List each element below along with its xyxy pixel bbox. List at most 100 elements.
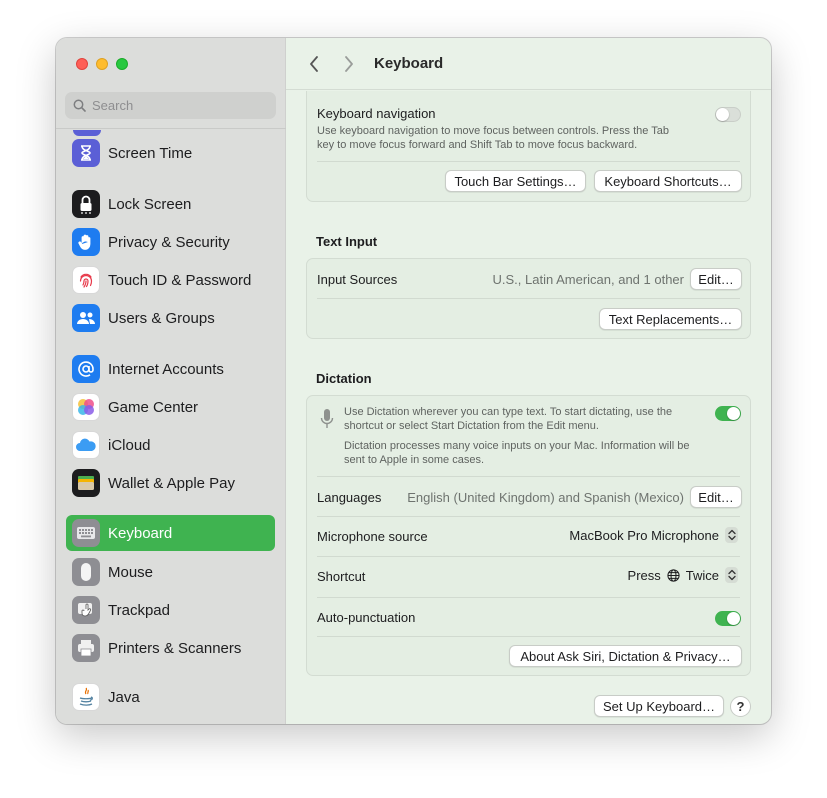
microphone-source-label: Microphone source xyxy=(317,529,428,544)
touch-bar-settings-button[interactable]: Touch Bar Settings… xyxy=(445,170,586,192)
help-button[interactable]: ? xyxy=(730,696,751,717)
sidebar-divider xyxy=(56,128,286,129)
sidebar-item-label: Users & Groups xyxy=(108,309,215,327)
forward-button[interactable] xyxy=(338,53,360,75)
languages-label: Languages xyxy=(317,490,382,505)
keyboard-navigation-label: Keyboard navigation xyxy=(317,106,436,121)
sidebar-item-internet-accounts[interactable]: Internet Accounts xyxy=(66,351,275,387)
dictation-card: Use Dictation wherever you can type text… xyxy=(306,395,751,676)
input-sources-label: Input Sources xyxy=(317,272,398,287)
description-line: Use Dictation wherever you can type text… xyxy=(344,406,673,418)
description-line: key to move focus forward and Shift Tab … xyxy=(317,139,638,151)
set-up-keyboard-button[interactable]: Set Up Keyboard… xyxy=(594,695,724,717)
dictation-heading: Dictation xyxy=(316,371,372,386)
row-divider xyxy=(317,556,740,557)
sidebar-item-label: Lock Screen xyxy=(108,195,192,213)
zoom-window-button[interactable] xyxy=(116,58,128,70)
sidebar-item-users-groups[interactable]: Users & Groups xyxy=(66,300,275,336)
shortcut-press-text: Press xyxy=(627,567,661,583)
mouse-icon xyxy=(72,558,100,586)
dictation-toggle[interactable] xyxy=(715,406,741,421)
settings-window: Screen Time Lock Screen Privacy & Securi… xyxy=(56,38,771,724)
users-icon xyxy=(72,304,100,332)
text-replacements-button[interactable]: Text Replacements… xyxy=(599,308,742,330)
keyboard-navigation-card: Keyboard navigation Use keyboard navigat… xyxy=(306,91,751,202)
keyboard-shortcuts-button[interactable]: Keyboard Shortcuts… xyxy=(594,170,742,192)
sidebar-item-label: Keyboard xyxy=(108,524,173,542)
globe-icon xyxy=(667,568,680,582)
row-divider xyxy=(317,636,740,637)
sidebar-item-label: Internet Accounts xyxy=(108,360,224,378)
sidebar-item-label: Printers & Scanners xyxy=(108,639,242,657)
minimize-window-button[interactable] xyxy=(96,58,108,70)
toggle-knob xyxy=(727,407,740,420)
toggle-knob xyxy=(727,612,740,625)
sidebar-item-touch-id[interactable]: Touch ID & Password xyxy=(66,262,275,298)
hourglass-icon xyxy=(72,139,100,167)
sidebar-item-privacy-security[interactable]: Privacy & Security xyxy=(66,224,275,260)
microphone-source-popup[interactable]: MacBook Pro Microphone xyxy=(569,527,738,543)
lock-icon xyxy=(72,190,100,218)
chevron-updown-icon xyxy=(725,567,738,583)
search-icon xyxy=(73,99,86,112)
input-sources-edit-button[interactable]: Edit… xyxy=(690,268,742,290)
chevron-right-icon xyxy=(345,56,353,72)
close-window-button[interactable] xyxy=(76,58,88,70)
row-divider xyxy=(317,516,740,517)
sidebar-item-label: Game Center xyxy=(108,398,199,416)
shortcut-popup[interactable]: Press Twice xyxy=(628,567,738,583)
printer-icon xyxy=(72,634,100,662)
cloud-icon xyxy=(72,431,100,459)
sidebar-item-label: Wallet & Apple Pay xyxy=(108,474,236,492)
languages-edit-button[interactable]: Edit… xyxy=(690,486,742,508)
sidebar-item-keyboard[interactable]: Keyboard xyxy=(66,515,275,551)
sidebar-item-label: iCloud xyxy=(108,436,151,454)
sidebar-item-trackpad[interactable]: Trackpad xyxy=(66,592,275,628)
sidebar-item-label: Touch ID & Password xyxy=(108,271,252,289)
hand-icon xyxy=(72,228,100,256)
text-input-card: Input Sources U.S., Latin American, and … xyxy=(306,258,751,339)
text-input-heading: Text Input xyxy=(316,234,378,249)
keyboard-icon xyxy=(72,519,100,547)
sidebar-item-label: Screen Time xyxy=(108,144,193,162)
search-input[interactable] xyxy=(92,98,262,113)
sidebar-item-wallet[interactable]: Wallet & Apple Pay xyxy=(66,465,275,501)
wallet-icon xyxy=(72,469,100,497)
sidebar-item-java[interactable]: Java xyxy=(66,679,275,715)
input-sources-value: U.S., Latin American, and 1 other xyxy=(492,272,685,287)
row-divider xyxy=(317,597,740,598)
row-divider xyxy=(317,161,740,162)
description-line: Dictation processes many voice inputs on… xyxy=(344,440,690,452)
sidebar-item-printers[interactable]: Printers & Scanners xyxy=(66,630,275,666)
sidebar-item-label: Java xyxy=(108,688,140,706)
microphone-source-value: MacBook Pro Microphone xyxy=(569,527,719,543)
main-pane: Keyboard Keyboard navigation Use keyboar… xyxy=(286,38,771,724)
sidebar-item-game-center[interactable]: Game Center xyxy=(66,389,275,425)
toggle-knob xyxy=(716,108,729,121)
sidebar-item-screen-time[interactable]: Screen Time xyxy=(66,135,275,171)
chevron-left-icon xyxy=(310,56,318,72)
description-line: sent to Apple in some cases. xyxy=(344,454,485,466)
sidebar: Screen Time Lock Screen Privacy & Securi… xyxy=(56,38,286,724)
sidebar-item-label: Privacy & Security xyxy=(108,233,230,251)
trackpad-icon xyxy=(72,596,100,624)
description-line: Use keyboard navigation to move focus be… xyxy=(317,125,669,137)
sidebar-item-icloud[interactable]: iCloud xyxy=(66,427,275,463)
search-field[interactable] xyxy=(65,92,276,119)
traffic-lights xyxy=(76,58,128,70)
shortcut-twice-text: Twice xyxy=(685,567,719,583)
at-icon xyxy=(72,355,100,383)
chevron-updown-icon xyxy=(725,527,738,543)
fingerprint-icon xyxy=(72,266,100,294)
sidebar-item-lock-screen[interactable]: Lock Screen xyxy=(66,186,275,222)
keyboard-navigation-toggle[interactable] xyxy=(715,107,741,122)
about-siri-dictation-privacy-button[interactable]: About Ask Siri, Dictation & Privacy… xyxy=(509,645,742,667)
dictation-privacy-note: Dictation processes many voice inputs on… xyxy=(344,439,689,467)
sidebar-item-label: Trackpad xyxy=(108,601,170,619)
auto-punctuation-toggle[interactable] xyxy=(715,611,741,626)
microphone-icon xyxy=(320,409,334,428)
page-title: Keyboard xyxy=(374,55,444,72)
sidebar-item-label: Mouse xyxy=(108,563,154,581)
sidebar-item-mouse[interactable]: Mouse xyxy=(66,554,275,590)
back-button[interactable] xyxy=(303,53,325,75)
